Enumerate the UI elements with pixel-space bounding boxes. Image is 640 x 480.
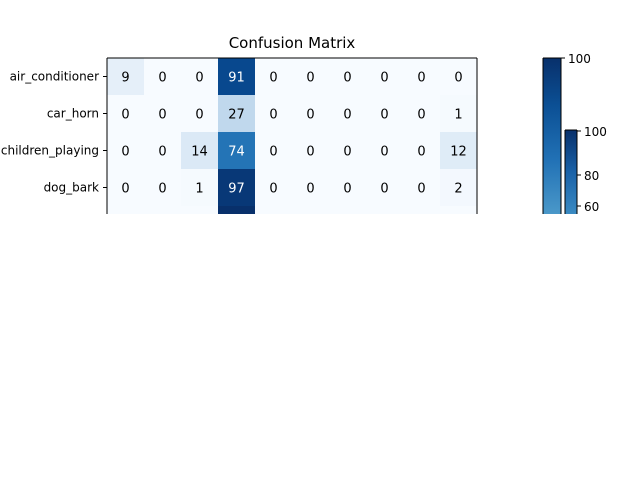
colorbar-small-gradient — [565, 130, 577, 214]
cell-value-label: 0 — [158, 145, 166, 160]
heatmap-cell-partial — [218, 206, 255, 214]
row-tick-label: car_horn — [47, 107, 99, 121]
cell-value-label: 74 — [228, 145, 245, 160]
cell-value-label: 0 — [195, 108, 203, 123]
cell-value-label: 0 — [343, 108, 351, 123]
cell-value-label: 0 — [158, 182, 166, 197]
cell-value-label: 0 — [269, 182, 277, 197]
heatmap-cell-partial — [292, 206, 329, 214]
cell-value-label: 0 — [343, 182, 351, 197]
row-tick-label: air_conditioner — [10, 70, 99, 84]
cell-value-label: 0 — [417, 145, 425, 160]
cell-value-label: 97 — [228, 182, 245, 197]
cell-value-label: 1 — [195, 182, 203, 197]
cell-value-label: 0 — [380, 182, 388, 197]
cell-value-label: 2 — [454, 182, 462, 197]
confusion-matrix-figure: Confusion Matrix 9 0 0 91 0 0 0 0 0 00 0 0 27 0 0 0 0 0 10… — [0, 0, 640, 480]
cell-value-label: 0 — [306, 71, 314, 86]
heatmap-cell-partial — [107, 206, 144, 214]
heatmap-cell-partial — [366, 206, 403, 214]
colorbar-main-gradient — [543, 58, 561, 214]
heatmap-cell-partial — [181, 206, 218, 214]
cell-value-label: 0 — [306, 108, 314, 123]
cell-value-label: 0 — [380, 108, 388, 123]
cell-value-label: 0 — [158, 71, 166, 86]
colorbar-small-tick-label: 100 — [584, 125, 607, 139]
heatmap-area: 9 0 0 91 0 0 0 0 0 0 0 0 0 27 0 0 0 0 0 1 0 0 14 74 0 0 0 0 0 12 0 0 1 97… — [107, 58, 477, 214]
cell-value-label: 0 — [306, 145, 314, 160]
row-tick-label: dog_bark — [44, 181, 99, 195]
cell-value-label: 0 — [306, 182, 314, 197]
colorbar-small-tick-label: 80 — [584, 169, 599, 183]
cell-value-label: 0 — [158, 108, 166, 123]
row-tick-label: children_playing — [1, 144, 99, 158]
cell-value-label: 0 — [121, 108, 129, 123]
cell-value-label: 0 — [343, 71, 351, 86]
cell-value-label: 0 — [343, 145, 351, 160]
cell-value-label: 91 — [228, 71, 245, 86]
cell-value-label: 27 — [228, 108, 245, 123]
cell-value-label: 12 — [450, 145, 467, 160]
colorbar-small-tick-label: 60 — [584, 200, 599, 214]
cell-value-label: 1 — [454, 108, 462, 123]
cell-value-label: 0 — [417, 71, 425, 86]
cell-value-label: 0 — [269, 71, 277, 86]
cell-value-label: 0 — [269, 145, 277, 160]
cell-value-label: 0 — [454, 71, 462, 86]
cell-value-label: 0 — [195, 71, 203, 86]
cell-value-label: 0 — [380, 71, 388, 86]
cell-value-label: 0 — [269, 108, 277, 123]
heatmap-cell-partial — [403, 206, 440, 214]
heatmap-cell-partial — [255, 206, 292, 214]
cell-value-label: 0 — [380, 145, 388, 160]
heatmap-cell-partial — [144, 206, 181, 214]
cell-value-label: 9 — [121, 71, 129, 86]
cell-value-label: 0 — [417, 182, 425, 197]
chart-title: Confusion Matrix — [229, 34, 356, 52]
heatmap-cell-partial — [329, 206, 366, 214]
cell-value-label: 0 — [121, 182, 129, 197]
cell-value-label: 14 — [191, 145, 208, 160]
heatmap-cell-partial — [440, 206, 477, 214]
cell-value-label: 0 — [121, 145, 129, 160]
cell-value-label: 0 — [417, 108, 425, 123]
colorbar-main-tick-label: 100 — [568, 52, 591, 66]
